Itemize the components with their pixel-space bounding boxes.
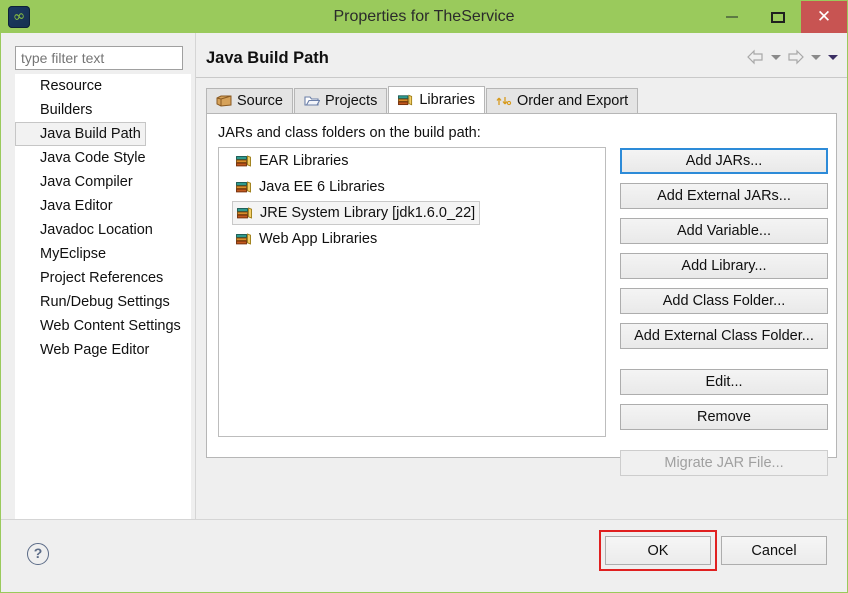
title-separator	[196, 77, 847, 78]
tree-item-web-page-editor[interactable]: Web Page Editor	[15, 338, 191, 362]
help-icon[interactable]: ?	[27, 543, 49, 565]
tree-item-project-references[interactable]: Project References	[15, 266, 191, 290]
settings-tree[interactable]: Resource Builders Java Build Path Java C…	[15, 74, 191, 521]
package-icon	[216, 94, 232, 108]
libraries-list[interactable]: EAR Libraries Java EE 6 Libraries JRE Sy…	[218, 147, 606, 437]
maximize-icon	[771, 11, 785, 23]
properties-dialog: ∞ Properties for TheService ✕ Resource B…	[0, 0, 848, 593]
list-row[interactable]: EAR Libraries	[219, 148, 605, 174]
tab-libraries[interactable]: Libraries	[388, 86, 485, 113]
books-icon	[398, 93, 414, 107]
books-icon	[236, 180, 253, 194]
migrate-jar-file-button: Migrate JAR File...	[620, 450, 828, 476]
remove-button[interactable]: Remove	[620, 404, 828, 430]
libraries-action-buttons: Add JARs... Add External JARs... Add Var…	[620, 148, 828, 485]
back-dropdown-icon[interactable]	[769, 49, 782, 65]
forward-arrow-icon[interactable]	[786, 49, 805, 65]
minimize-icon	[726, 16, 738, 18]
view-menu-icon[interactable]	[826, 49, 839, 65]
close-button[interactable]: ✕	[801, 1, 847, 33]
tree-item-web-content-settings[interactable]: Web Content Settings	[15, 314, 191, 338]
list-row[interactable]: Web App Libraries	[219, 226, 605, 252]
list-item-java-ee-6-libraries[interactable]: Java EE 6 Libraries	[232, 175, 389, 200]
tree-item-builders[interactable]: Builders	[15, 98, 191, 122]
tab-order-and-export-label: Order and Export	[516, 93, 629, 109]
page-title: Java Build Path	[206, 49, 329, 67]
add-external-jars-button[interactable]: Add External JARs...	[620, 183, 828, 209]
tree-item-java-code-style[interactable]: Java Code Style	[15, 146, 191, 170]
ok-button[interactable]: OK	[605, 536, 711, 565]
list-row[interactable]: Java EE 6 Libraries	[219, 174, 605, 200]
page-content: Java Build Path Source Projects Librarie…	[196, 33, 847, 519]
tab-bar: Source Projects Libraries Order and Expo…	[206, 86, 639, 113]
list-item-label: Java EE 6 Libraries	[259, 179, 385, 195]
list-item-label: EAR Libraries	[259, 153, 349, 169]
tab-libraries-label: Libraries	[419, 92, 475, 108]
tree-item-run-debug-settings[interactable]: Run/Debug Settings	[15, 290, 191, 314]
tree-item-java-compiler[interactable]: Java Compiler	[15, 170, 191, 194]
myeclipse-icon: ∞	[8, 6, 30, 28]
tab-projects[interactable]: Projects	[293, 88, 388, 113]
list-item-ear-libraries[interactable]: EAR Libraries	[232, 149, 352, 174]
list-item-web-app-libraries[interactable]: Web App Libraries	[232, 227, 381, 252]
tab-source[interactable]: Source	[206, 88, 293, 113]
back-arrow-icon[interactable]	[746, 49, 765, 65]
settings-tree-panel: Resource Builders Java Build Path Java C…	[1, 33, 194, 542]
title-bar: ∞ Properties for TheService ✕	[1, 1, 847, 33]
cancel-button[interactable]: Cancel	[721, 536, 827, 565]
edit-button[interactable]: Edit...	[620, 369, 828, 395]
tab-projects-label: Projects	[324, 93, 378, 109]
list-label: JARs and class folders on the build path…	[218, 125, 481, 141]
tree-item-java-editor[interactable]: Java Editor	[15, 194, 191, 218]
forward-dropdown-icon[interactable]	[809, 49, 822, 65]
tree-item-javadoc-location[interactable]: Javadoc Location	[15, 218, 191, 242]
tree-item-myeclipse[interactable]: MyEclipse	[15, 242, 191, 266]
myeclipse-logo-glyph: ∞	[11, 5, 27, 27]
minimize-button[interactable]	[709, 1, 755, 33]
tree-item-java-build-path[interactable]: Java Build Path	[15, 122, 146, 146]
books-icon	[236, 232, 253, 246]
books-icon	[237, 206, 254, 220]
filter-input[interactable]	[15, 46, 183, 70]
dialog-footer: ? OK Cancel	[1, 519, 847, 592]
order-arrows-icon	[496, 94, 512, 108]
navigation-toolbar	[746, 49, 839, 65]
list-item-label: Web App Libraries	[259, 231, 378, 247]
add-class-folder-button[interactable]: Add Class Folder...	[620, 288, 828, 314]
folder-icon	[304, 94, 321, 108]
tree-item-resource[interactable]: Resource	[15, 74, 191, 98]
add-external-class-folder-button[interactable]: Add External Class Folder...	[620, 323, 828, 349]
add-variable-button[interactable]: Add Variable...	[620, 218, 828, 244]
tab-order-and-export[interactable]: Order and Export	[485, 88, 639, 113]
list-row[interactable]: JRE System Library [jdk1.6.0_22]	[219, 200, 605, 226]
add-jars-button[interactable]: Add JARs...	[620, 148, 828, 174]
maximize-button[interactable]	[755, 1, 801, 33]
books-icon	[236, 154, 253, 168]
add-library-button[interactable]: Add Library...	[620, 253, 828, 279]
libraries-tab-panel: JARs and class folders on the build path…	[206, 113, 837, 476]
list-item-label: JRE System Library [jdk1.6.0_22]	[260, 205, 476, 221]
list-item-jre-system-library[interactable]: JRE System Library [jdk1.6.0_22]	[232, 201, 481, 225]
close-icon: ✕	[816, 6, 832, 27]
tab-source-label: Source	[237, 93, 283, 109]
